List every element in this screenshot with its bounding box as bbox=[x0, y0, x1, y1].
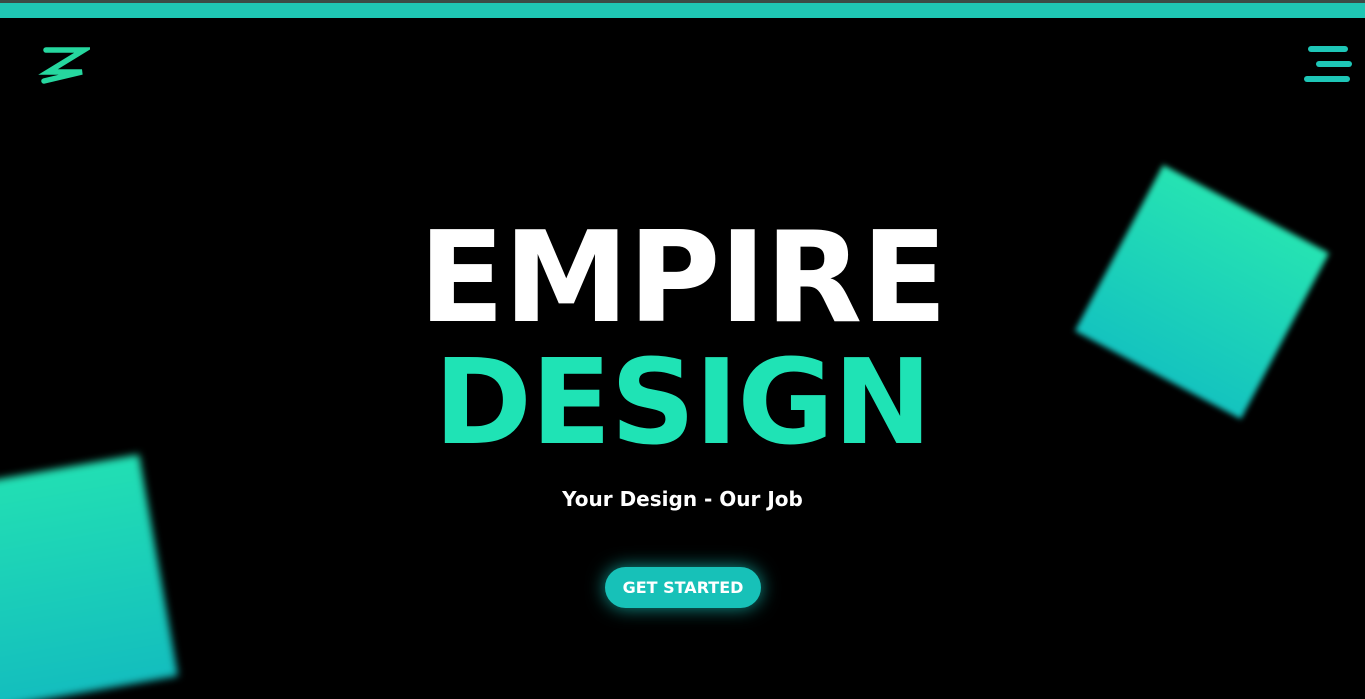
hero-title-secondary: DESIGN bbox=[433, 333, 932, 471]
hero-title-primary: EMPIRE bbox=[418, 204, 948, 351]
top-accent-bar bbox=[0, 0, 1365, 18]
get-started-button[interactable]: GET STARTED bbox=[605, 567, 761, 608]
menu-line-bottom bbox=[1304, 76, 1350, 82]
menu-line-middle bbox=[1316, 61, 1352, 67]
logo-icon[interactable] bbox=[38, 44, 94, 88]
menu-line-top bbox=[1308, 46, 1348, 52]
hamburger-menu-icon[interactable] bbox=[1302, 44, 1352, 86]
hero-tagline: Your Design - Our Job bbox=[562, 487, 803, 511]
